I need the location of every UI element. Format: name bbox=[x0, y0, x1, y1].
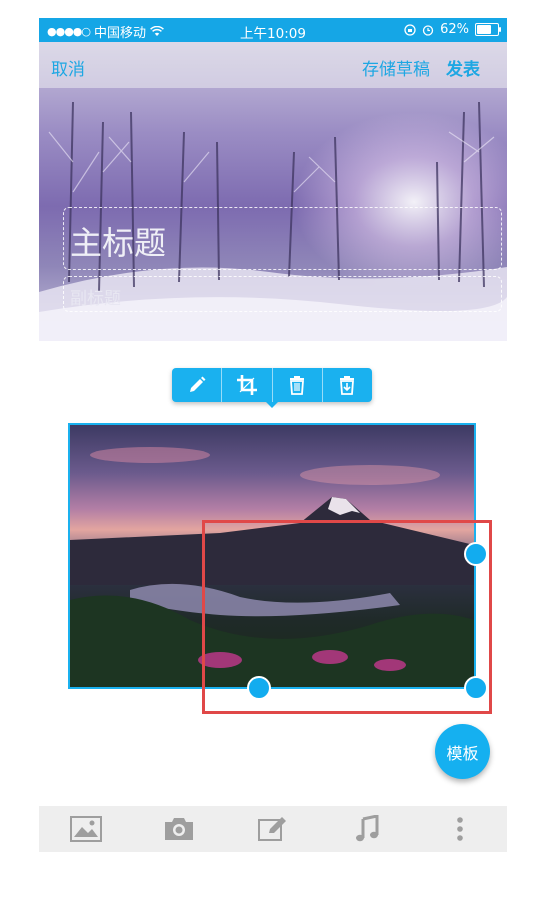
more-button[interactable] bbox=[413, 806, 507, 852]
cover-image[interactable]: 取消 存储草稿 发表 主标题 副标题 bbox=[39, 42, 507, 341]
image-icon bbox=[69, 816, 102, 842]
status-bar: ●●●●○ 中国移动 上午10:09 62% bbox=[39, 18, 507, 42]
battery-icon bbox=[475, 23, 501, 36]
music-icon bbox=[355, 815, 379, 842]
resize-handle-bottom-right[interactable] bbox=[464, 676, 488, 700]
battery-percent: 62% bbox=[440, 22, 469, 37]
main-title-field[interactable]: 主标题 bbox=[63, 207, 502, 270]
delete-image-button[interactable] bbox=[273, 368, 323, 402]
publish-button[interactable]: 发表 bbox=[446, 55, 480, 80]
bottom-toolbar bbox=[39, 806, 507, 852]
insert-music-button[interactable] bbox=[320, 806, 414, 852]
crop-selection-frame[interactable] bbox=[202, 520, 492, 714]
camera-button[interactable] bbox=[133, 806, 227, 852]
template-button[interactable]: 模板 bbox=[435, 724, 490, 779]
insert-image-button[interactable] bbox=[39, 806, 133, 852]
main-title-placeholder: 主标题 bbox=[70, 224, 167, 262]
pencil-icon bbox=[189, 376, 206, 392]
template-button-label: 模板 bbox=[446, 743, 479, 763]
trash-icon bbox=[290, 376, 305, 395]
edit-icon bbox=[257, 817, 286, 841]
top-nav-bar: 取消 存储草稿 发表 bbox=[39, 42, 507, 88]
resize-handle-bottom[interactable] bbox=[247, 676, 271, 700]
insert-text-button[interactable] bbox=[226, 806, 320, 852]
image-edit-toolbar bbox=[172, 368, 372, 408]
crop-image-button[interactable] bbox=[222, 368, 273, 402]
more-icon bbox=[457, 817, 463, 841]
crop-icon bbox=[236, 375, 257, 395]
subtitle-field[interactable]: 副标题 bbox=[63, 276, 502, 312]
resize-handle-right[interactable] bbox=[464, 542, 488, 566]
cancel-button[interactable]: 取消 bbox=[51, 55, 85, 80]
rotation-lock-icon bbox=[404, 23, 416, 36]
save-draft-button[interactable]: 存储草稿 bbox=[362, 55, 430, 80]
subtitle-placeholder: 副标题 bbox=[70, 289, 121, 309]
edit-image-button[interactable] bbox=[172, 368, 223, 402]
alarm-icon bbox=[422, 24, 434, 36]
delete-download-button[interactable] bbox=[323, 368, 372, 402]
download-trash-icon bbox=[340, 376, 355, 395]
camera-icon bbox=[165, 818, 194, 840]
